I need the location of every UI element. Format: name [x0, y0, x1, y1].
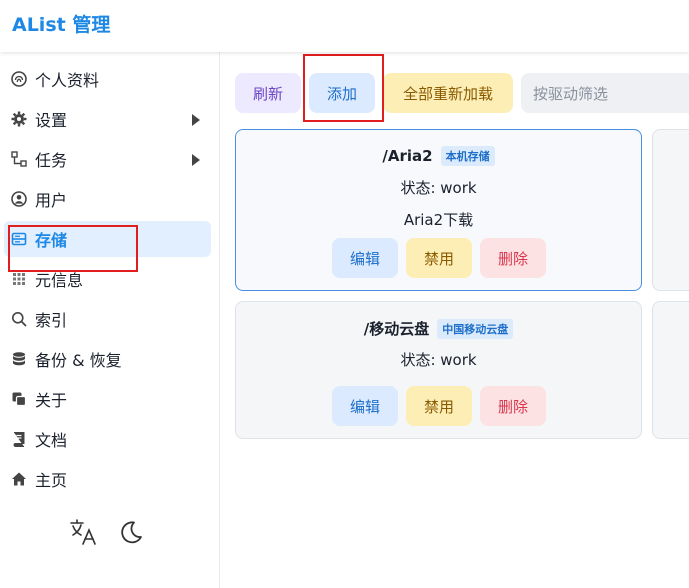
driver-filter-input[interactable]: 按驱动筛选	[521, 73, 689, 113]
tasks-icon	[10, 150, 28, 168]
database-icon	[10, 350, 28, 368]
sidebar-item-label: 关于	[35, 391, 68, 410]
sidebar-item-home[interactable]: 主页	[4, 461, 211, 497]
sidebar-item-label: 备份 & 恢复	[35, 351, 122, 370]
storage-card[interactable]: /移动云盘 中国移动云盘 状态: work 编辑 禁用 删除	[235, 301, 642, 439]
meta-icon	[10, 270, 28, 288]
storage-card[interactable]: /Aria2 本机存储 状态: work Aria2下载 编辑 禁用 删除	[235, 129, 642, 291]
sidebar-item-label: 个人资料	[35, 71, 100, 90]
sidebar-item-label: 文档	[35, 431, 68, 450]
storage-status: 状态: work	[400, 351, 477, 369]
sidebar-item-label: 主页	[35, 471, 68, 490]
book-icon	[10, 430, 28, 448]
translate-icon[interactable]	[69, 518, 97, 546]
sidebar-item-meta[interactable]: 元信息	[4, 261, 211, 297]
caret-right-icon	[191, 152, 201, 171]
sidebar-item-users[interactable]: 用户	[4, 181, 211, 217]
delete-button[interactable]: 删除	[480, 238, 546, 278]
storage-card-partial[interactable]	[652, 301, 689, 439]
user-circle-icon	[10, 190, 28, 208]
reload-all-button[interactable]: 全部重新加载	[383, 73, 513, 113]
storage-status: 状态: work	[400, 179, 477, 197]
main-content: 刷新 添加 全部重新加载 按驱动筛选 /Aria2 本机存储 状态: work …	[221, 52, 689, 588]
sidebar-item-label: 存储	[35, 231, 68, 250]
home-icon	[10, 470, 28, 488]
sidebar-item-backup[interactable]: 备份 & 恢复	[4, 341, 211, 377]
edit-button[interactable]: 编辑	[332, 386, 398, 426]
disable-button[interactable]: 禁用	[406, 386, 472, 426]
gear-icon	[10, 110, 28, 128]
user-fingerprint-icon	[10, 70, 28, 88]
sidebar-item-label: 用户	[35, 191, 68, 210]
storage-remark: Aria2下载	[403, 211, 474, 229]
sidebar-item-tasks[interactable]: 任务	[4, 141, 211, 177]
sidebar-item-profile[interactable]: 个人资料	[4, 61, 211, 97]
sidebar-item-label: 元信息	[35, 271, 84, 290]
edit-button[interactable]: 编辑	[332, 238, 398, 278]
brand-title[interactable]: AList 管理	[12, 10, 110, 37]
caret-right-icon	[191, 112, 201, 131]
storage-card-title: /移动云盘 中国移动云盘	[236, 318, 641, 339]
mount-path: /Aria2	[382, 147, 433, 165]
app-header: AList 管理	[0, 0, 689, 52]
disable-button[interactable]: 禁用	[406, 238, 472, 278]
sidebar-item-label: 设置	[35, 111, 68, 130]
sidebar-item-docs[interactable]: 文档	[4, 421, 211, 457]
sidebar-item-settings[interactable]: 设置	[4, 101, 211, 137]
storage-icon	[10, 230, 28, 248]
sidebar-item-index[interactable]: 索引	[4, 301, 211, 337]
sidebar-item-about[interactable]: 关于	[4, 381, 211, 417]
refresh-button[interactable]: 刷新	[235, 73, 301, 113]
sidebar-item-label: 索引	[35, 311, 68, 330]
sidebar-footer	[0, 512, 220, 552]
driver-badge: 中国移动云盘	[437, 318, 514, 339]
moon-icon[interactable]	[117, 518, 145, 546]
sidebar-item-storage[interactable]: 存储	[4, 221, 211, 257]
sidebar: 个人资料 设置 任务 用户 存储 元信息 索引 备份 & 恢复 关于 文档 主页	[0, 52, 220, 588]
add-button[interactable]: 添加	[309, 73, 375, 113]
search-icon	[10, 310, 28, 328]
mount-path: /移动云盘	[363, 320, 430, 338]
storage-card-partial[interactable]	[652, 129, 689, 291]
driver-badge: 本机存储	[440, 146, 495, 166]
storage-card-title: /Aria2 本机存储	[236, 146, 641, 166]
delete-button[interactable]: 删除	[480, 386, 546, 426]
copy-icon	[10, 390, 28, 408]
sidebar-item-label: 任务	[35, 151, 68, 170]
